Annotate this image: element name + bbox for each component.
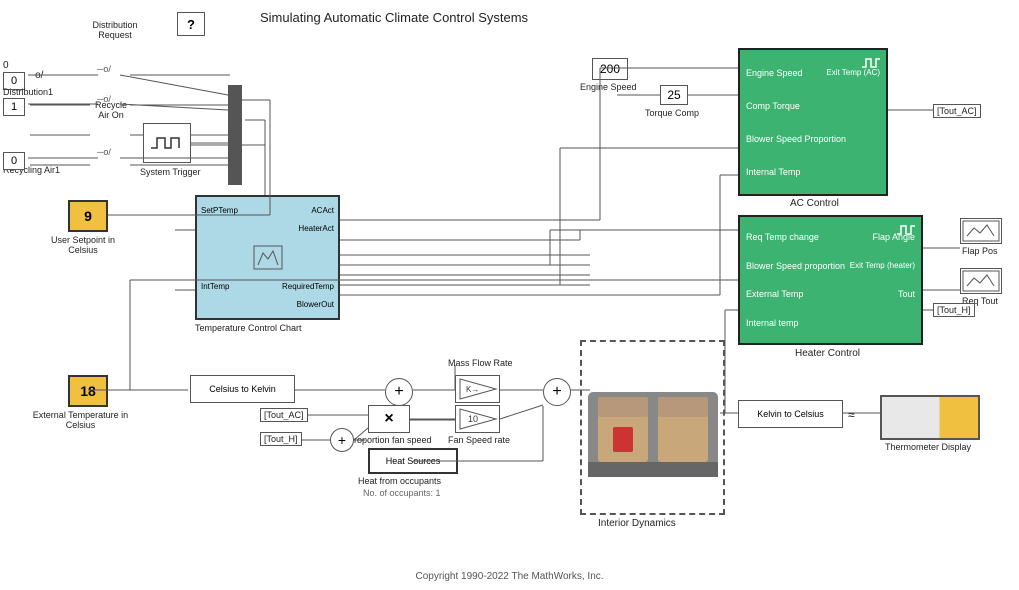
stateflow-icon [253, 245, 283, 270]
multiply-block[interactable]: × [368, 405, 410, 433]
wireless-icon: ≈ [848, 408, 855, 422]
blower-speed-prop-port: Blower Speed Proportion [746, 134, 846, 144]
mass-flow-rate-label: Mass Flow Rate [448, 358, 513, 368]
comp-torque-port: Comp Torque [746, 101, 800, 111]
tout-ac-out: [Tout_AC] [933, 104, 981, 118]
internal-temp-h-port: Internal temp [746, 318, 799, 328]
thermometer-label: Thermometer Display [885, 442, 971, 452]
user-setpoint-block[interactable]: 9 [68, 200, 108, 232]
sum-block-tout[interactable]: + [330, 428, 354, 452]
fan-speed-rate-label: Fan Speed rate [448, 435, 510, 445]
gain-k-block[interactable]: K→ [455, 375, 500, 403]
engine-speed-in-port: Engine Speed [746, 68, 803, 78]
dist1-label: Distribution1 [3, 87, 53, 97]
dist2-const[interactable]: 0 [3, 152, 25, 170]
heateract-port: HeaterAct [298, 224, 334, 233]
ac-pulse-icon [861, 55, 881, 70]
engine-speed-label: Engine Speed [580, 82, 637, 92]
ac-control-block[interactable]: Engine Speed Exit Temp (AC) Comp Torque … [738, 48, 888, 196]
external-temp-label: External Temperature in Celsius [28, 410, 133, 430]
gain-icon: K→ [458, 377, 498, 401]
kelvin-celsius-block[interactable]: Kelvin to Celsius [738, 400, 843, 428]
prop-fan-speed-label: Proportion fan speed [348, 435, 432, 445]
tout-ac-in: [Tout_AC] [260, 408, 308, 422]
heater-control-block[interactable]: Req Temp change Flap Angle Blower Speed … [738, 215, 923, 345]
recycle-air-label: RecycleAir On [95, 100, 127, 120]
req-tout-scope[interactable] [960, 268, 1002, 294]
dist1-const[interactable]: 1 [3, 98, 25, 116]
setptemp-port: SetPTemp [201, 206, 238, 215]
svg-text:─o/: ─o/ [96, 147, 111, 157]
main-canvas: Simulating Automatic Climate Control Sys… [0, 0, 1019, 590]
svg-text:10: 10 [468, 414, 478, 424]
mux-block[interactable] [228, 85, 242, 185]
copyright: Copyright 1990-2022 The MathWorks, Inc. [415, 571, 603, 582]
system-trigger-label: System Trigger [140, 167, 201, 177]
car-interior-image [583, 372, 723, 492]
svg-text:K→: K→ [466, 385, 479, 394]
system-trigger-block[interactable] [143, 123, 191, 163]
blowerout-port: BlowerOut [297, 300, 334, 309]
tout-h-out-port: Tout [898, 289, 915, 299]
no-occupants-label: No. of occupants: 1 [363, 488, 441, 498]
internal-temp-port-ac: Internal Temp [746, 167, 800, 177]
req-temp-change-port: Req Temp change [746, 232, 819, 242]
distribution-label: 0 [3, 60, 9, 71]
thermometer-display[interactable] [880, 395, 980, 440]
distribution-request-label: DistributionRequest [75, 20, 155, 40]
blower-speed-prop-h-port: Blower Speed proportion [746, 261, 845, 271]
flap-pos-label: Flap Pos [962, 246, 998, 256]
interior-dynamics-box [580, 340, 725, 515]
pulse-icon [149, 133, 185, 153]
gain-10-block[interactable]: 10 [455, 405, 500, 433]
interior-dynamics-label: Interior Dynamics [598, 518, 676, 529]
acact-port: ACAct [311, 206, 334, 215]
requiredtemp-port: RequiredTemp [282, 282, 334, 291]
flap-pos-scope[interactable] [960, 218, 1002, 244]
heat-sources-block[interactable]: Heat Sources [368, 448, 458, 474]
external-temp-block[interactable]: 18 [68, 375, 108, 407]
sum-block-2[interactable]: + [543, 378, 571, 406]
external-temp-h-port: External Temp [746, 289, 803, 299]
gain-10-icon: 10 [458, 407, 498, 431]
question-mark-block[interactable]: ? [177, 12, 205, 36]
temp-control-chart[interactable]: SetPTemp ACAct HeaterAct IntTemp Require… [195, 195, 340, 320]
scope-icon-flap [962, 220, 1000, 242]
dist-switch: ─o/ [28, 70, 43, 81]
engine-speed-const[interactable]: 200 [592, 58, 628, 80]
inttemp-port: IntTemp [201, 282, 229, 291]
heat-occupants-label: Heat from occupants [358, 476, 441, 486]
ac-control-label: AC Control [790, 198, 839, 209]
sum-block-1[interactable]: + [385, 378, 413, 406]
scope-icon-req [962, 270, 1000, 292]
user-setpoint-label: User Setpoint in Celsius [38, 235, 128, 255]
celsius-kelvin-block[interactable]: Celsius to Kelvin [190, 375, 295, 403]
temp-control-label: Temperature Control Chart [195, 323, 302, 333]
heater-pulse-icon [896, 222, 916, 237]
page-title: Simulating Automatic Climate Control Sys… [260, 10, 528, 25]
exit-temp-heater-port: Exit Temp (heater) [850, 261, 915, 271]
tout-h-in: [Tout_H] [260, 432, 302, 446]
torque-label: Torque Comp [645, 108, 699, 118]
heater-control-label: Heater Control [795, 348, 860, 359]
svg-text:─o/: ─o/ [96, 64, 111, 74]
tout-h-out: [Tout_H] [933, 303, 975, 317]
torque-const[interactable]: 25 [660, 85, 688, 105]
